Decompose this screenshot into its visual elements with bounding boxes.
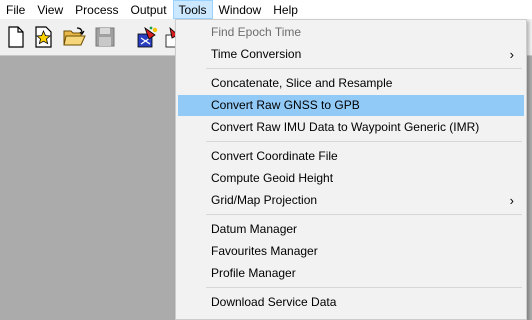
menu-process[interactable]: Process xyxy=(69,0,124,19)
menu-item-favourites-manager[interactable]: Favourites Manager xyxy=(178,241,524,262)
menu-item-find-epoch-time: Find Epoch Time xyxy=(178,22,524,43)
menu-item-convert-raw-imu-data[interactable]: Convert Raw IMU Data to Waypoint Generic… xyxy=(178,117,524,138)
menu-item-profile-manager[interactable]: Profile Manager xyxy=(178,263,524,284)
menu-item-download-service-data[interactable]: Download Service Data xyxy=(178,292,524,313)
menu-window[interactable]: Window xyxy=(213,0,268,19)
menu-separator xyxy=(206,214,522,215)
menu-file[interactable]: File xyxy=(0,0,31,19)
menu-separator xyxy=(206,68,522,69)
menu-item-label: Convert Raw IMU Data to Waypoint Generic… xyxy=(211,120,480,134)
menu-view[interactable]: View xyxy=(31,0,69,19)
open-folder-icon xyxy=(63,27,86,46)
menu-item-label: Datum Manager xyxy=(211,222,298,236)
menu-item-compute-geoid-height[interactable]: Compute Geoid Height xyxy=(178,168,524,189)
submenu-arrow-icon: › xyxy=(509,47,514,62)
menu-separator xyxy=(206,287,522,288)
menu-item-datum-manager[interactable]: Datum Manager xyxy=(178,219,524,240)
menu-item-label: Find Epoch Time xyxy=(211,25,302,39)
new-document-icon xyxy=(8,26,24,48)
menu-item-label: Compute Geoid Height xyxy=(211,171,334,185)
save-button[interactable] xyxy=(93,25,117,49)
menu-item-convert-coordinate-file[interactable]: Convert Coordinate File xyxy=(178,146,524,167)
menu-item-label: Profile Manager xyxy=(211,266,296,280)
open-folder-button[interactable] xyxy=(62,25,86,49)
menu-item-label: Concatenate, Slice and Resample xyxy=(211,76,393,90)
menu-item-grid-map-projection[interactable]: Grid/Map Projection › xyxy=(178,190,524,211)
menu-help[interactable]: Help xyxy=(267,0,304,19)
new-project-button[interactable] xyxy=(32,25,56,49)
menu-item-concatenate-slice-resample[interactable]: Concatenate, Slice and Resample xyxy=(178,73,524,94)
menu-bar: File View Process Output Tools Window He… xyxy=(0,0,532,19)
menu-separator xyxy=(206,141,522,142)
menu-item-label: Convert Coordinate File xyxy=(211,149,338,163)
menu-item-label: Grid/Map Projection xyxy=(211,193,318,207)
menu-item-label: Download Service Data xyxy=(211,295,337,309)
process-wizard-icon xyxy=(137,26,158,48)
menu-tools[interactable]: Tools xyxy=(172,0,213,19)
menu-output[interactable]: Output xyxy=(125,0,173,19)
application-window: File View Process Output Tools Window He… xyxy=(0,0,532,320)
menu-item-convert-raw-gnss-to-gpb[interactable]: Convert Raw GNSS to GPB xyxy=(178,95,524,116)
new-document-button[interactable] xyxy=(4,25,28,49)
new-project-star-icon xyxy=(35,26,52,48)
menu-item-label: Time Conversion xyxy=(211,47,302,61)
process-wizard-button[interactable] xyxy=(136,25,160,49)
menu-item-time-conversion[interactable]: Time Conversion › xyxy=(178,44,524,65)
save-disk-icon xyxy=(95,27,115,47)
menu-item-label: Favourites Manager xyxy=(211,244,318,258)
menu-item-label: Convert Raw GNSS to GPB xyxy=(211,98,360,112)
submenu-arrow-icon: › xyxy=(509,193,514,208)
tools-dropdown-menu: Find Epoch Time Time Conversion › Concat… xyxy=(175,19,527,320)
